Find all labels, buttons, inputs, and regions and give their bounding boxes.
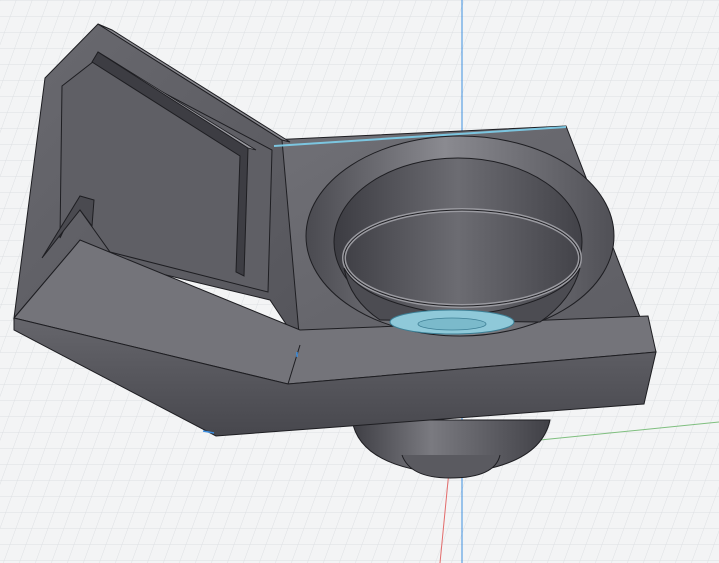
3d-viewport[interactable] bbox=[0, 0, 719, 563]
3d-scene[interactable] bbox=[0, 0, 719, 563]
cup-bottom-hole bbox=[417, 317, 487, 331]
cup-cavity[interactable] bbox=[305, 135, 615, 337]
